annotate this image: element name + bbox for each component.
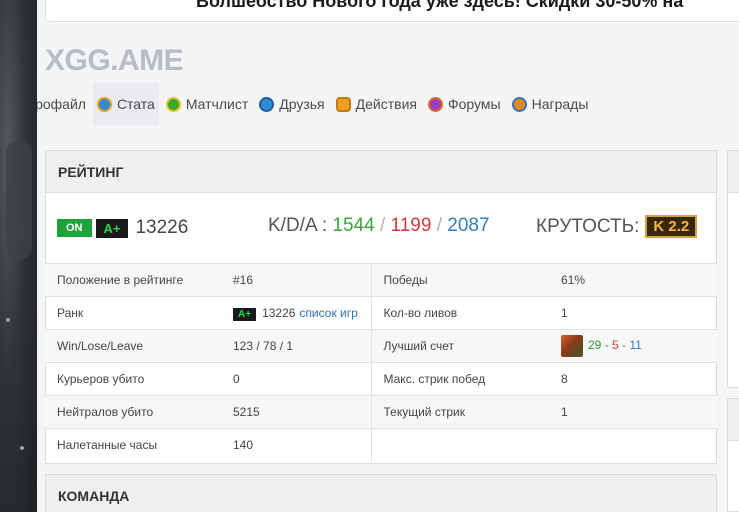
matchlist-icon	[165, 96, 181, 112]
best-score-assists: 11	[629, 338, 642, 353]
stats-table: Положение в рейтинге #16 Победы 61% Ранк…	[45, 263, 717, 462]
stat-label: Курьеров убито	[45, 362, 221, 396]
nav-tab-friends[interactable]: Друзья	[255, 83, 328, 125]
table-row: Win/Lose/Leave 123 / 78 / 1 Лучший счет …	[45, 329, 717, 363]
stat-label: Кол-во ливов	[371, 296, 549, 330]
table-row: Налетанные часы 140	[45, 428, 717, 462]
games-list-link[interactable]: список игр	[299, 306, 357, 320]
stat-value: 8	[549, 362, 717, 396]
stat-value: 140	[221, 428, 372, 462]
stats-icon	[96, 96, 112, 112]
stat-value	[549, 428, 717, 462]
stat-value: #16	[221, 263, 372, 297]
nav-tab-label: Действия	[355, 96, 417, 112]
hero-avatar[interactable]	[561, 335, 583, 357]
promo-banner[interactable]: Волшебство Нового года уже здесь! Скидки…	[45, 0, 739, 22]
rating-summary: ON A+ 13226 K/D/A : 1544 / 1199 / 2087 К…	[46, 193, 716, 263]
best-score-kills: 29	[588, 338, 602, 353]
nav-tab-label: Матчлист	[185, 96, 249, 112]
side-panel	[727, 150, 739, 388]
nav-tab-forums[interactable]: Форумы	[424, 83, 505, 125]
stat-label	[371, 428, 549, 462]
stat-value: 123 / 78 / 1	[221, 329, 372, 363]
kda-separator: /	[436, 215, 442, 236]
stat-label: Ранк	[45, 296, 221, 330]
stat-value: 5215	[221, 395, 372, 429]
stat-value-rank: A+ 13226 список игр	[221, 296, 372, 330]
stat-label: Нейтралов убито	[45, 395, 221, 429]
stat-label: Лучший счет	[371, 329, 549, 363]
stat-label: Win/Lose/Leave	[45, 329, 221, 363]
team-card-title: КОМАНДА	[46, 475, 716, 512]
kda-assists: 2087	[447, 215, 490, 236]
best-score-separator: -	[601, 338, 613, 353]
kda-deaths: 1199	[390, 215, 432, 236]
stat-label: Текущий стрик	[371, 395, 549, 429]
stat-value: 1	[549, 296, 717, 330]
nav-tab-profile[interactable]: Профайл	[37, 83, 90, 125]
table-row: Нейтралов убито 5215 Текущий стрик 1	[45, 395, 717, 429]
background-dot	[6, 318, 10, 322]
nav-tab-stats[interactable]: Стата	[92, 83, 159, 125]
side-panel-header	[728, 399, 739, 441]
stat-label: Макс. стрик побед	[371, 362, 549, 396]
rank-badge: A+	[95, 218, 129, 238]
rating-card: РЕЙТИНГ ON A+ 13226 K/D/A : 1544 / 1199 …	[45, 150, 717, 464]
table-row: Положение в рейтинге #16 Победы 61%	[45, 263, 717, 297]
table-row: Ранк A+ 13226 список игр Кол-во ливов 1	[45, 296, 717, 330]
rank-badge-small: A+	[233, 307, 257, 321]
rating-score: 13226	[135, 217, 189, 238]
rank-score: 13226	[262, 305, 296, 320]
nav-tab-label: Друзья	[279, 96, 325, 112]
rewards-icon	[511, 96, 527, 112]
coolness-label: КРУТОСТЬ:	[536, 215, 640, 237]
friends-icon	[259, 96, 275, 112]
background-artwork	[0, 0, 37, 512]
nav-tab-rewards[interactable]: Награды	[508, 83, 593, 125]
background-figure	[6, 140, 32, 260]
kda-label: K/D/A :	[268, 215, 328, 236]
stat-value: 61%	[549, 263, 717, 297]
page: Волшебство Нового года уже здесь! Скидки…	[37, 0, 739, 512]
side-panel	[727, 398, 739, 512]
best-score-deaths: 5	[612, 338, 619, 353]
actions-icon	[335, 96, 351, 112]
table-row: Курьеров убито 0 Макс. стрик побед 8	[45, 362, 717, 396]
kda-kills: 1544	[332, 215, 375, 236]
nav-tab-label: Профайл	[37, 96, 86, 112]
profile-nav: Профайл Стата Матчлист Друзья Действия Ф…	[37, 83, 739, 125]
team-card: КОМАНДА	[45, 474, 717, 512]
stat-value: 0	[221, 362, 372, 396]
forums-icon	[427, 96, 443, 112]
nav-tab-label: Стата	[116, 96, 155, 112]
kda-summary: K/D/A : 1544 / 1199 / 2087	[268, 215, 490, 237]
promo-banner-text: Волшебство Нового года уже здесь! Скидки…	[196, 0, 684, 11]
stat-label: Победы	[371, 263, 549, 297]
best-score-separator: -	[618, 338, 630, 353]
nav-tab-label: Форумы	[447, 96, 501, 112]
nav-tab-label: Награды	[531, 96, 589, 112]
rating-card-title: РЕЙТИНГ	[46, 151, 716, 193]
background-dot	[20, 446, 24, 450]
coolness-badge: K 2.2	[645, 215, 698, 238]
nav-tab-actions[interactable]: Действия	[332, 83, 421, 125]
coolness: КРУТОСТЬ: K 2.2	[536, 215, 698, 238]
stat-value: 1	[549, 395, 717, 429]
kda-separator: /	[379, 215, 386, 236]
status-badge: ON	[57, 219, 92, 237]
site-logo[interactable]: XGG.AME	[45, 44, 184, 78]
nav-tab-matchlist[interactable]: Матчлист	[162, 83, 252, 125]
side-panel-header	[728, 151, 739, 193]
best-score: 29 - 5 - 11	[549, 329, 717, 363]
stat-label: Положение в рейтинге	[45, 263, 221, 297]
stat-label: Налетанные часы	[45, 428, 221, 462]
